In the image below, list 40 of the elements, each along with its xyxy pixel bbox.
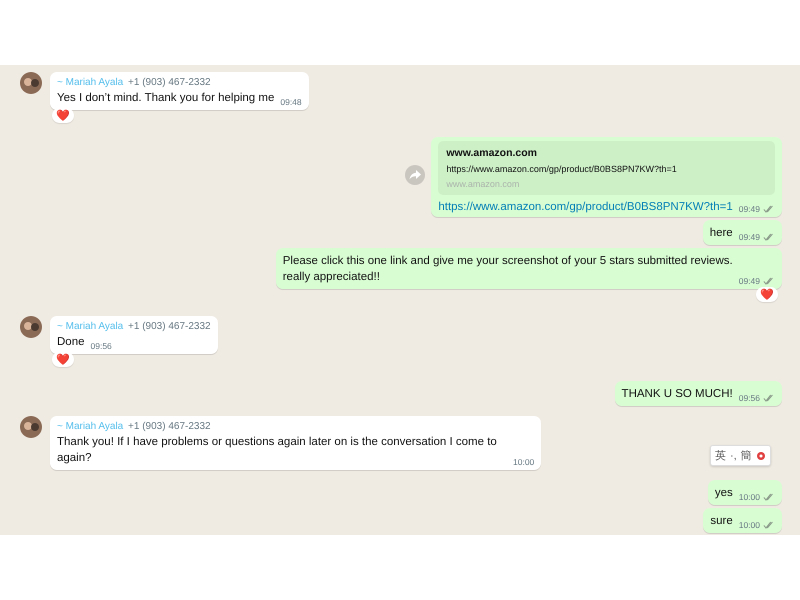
double-check-icon [763,394,775,402]
script-toggle[interactable]: 簡 [740,448,752,463]
message-text: here [710,226,733,241]
sender-phone: +1 (903) 467-2332 [128,421,211,432]
reaction-badge[interactable]: ❤ [756,287,778,302]
message-text: THANK U SO MUCH! [622,387,733,402]
avatar[interactable] [20,72,42,94]
double-check-icon [763,277,775,285]
sender-phone: +1 (903) 467-2332 [128,321,211,332]
message-text: yes [714,486,733,501]
message-text: Please click this one link and give me your screenshot of your 5 stars submitted reviews. really appreciated!! [282,254,733,285]
double-check-icon [763,205,775,213]
message-time: 09:56 [738,393,760,403]
message-time: 09:49 [738,276,760,286]
message-time: 09:56 [90,341,112,351]
sender-phone: +1 (903) 467-2332 [128,77,211,88]
message-time: 10:00 [738,520,760,530]
double-check-icon [763,493,775,501]
message-time: 09:49 [738,232,760,242]
avatar[interactable] [20,416,42,438]
preview-domain: www.amazon.com [446,179,520,189]
link-preview[interactable]: www.amazon.com https://www.amazon.com/gp/product/B0BS8PN7KW?th=1 www.amazon.com [438,141,775,195]
message-text: Done [57,335,84,350]
message-text: Yes I don’t mind. Thank you for helping me [57,91,274,106]
reaction-badge[interactable]: ❤ [52,108,74,123]
message-time: 10:00 [513,457,534,467]
double-check-icon [763,233,775,241]
reaction-badge[interactable]: ❤ [52,352,74,367]
message-text: sure [710,514,733,529]
punctuation-toggle[interactable]: ·, [730,450,737,462]
message-time: 09:48 [280,97,302,107]
double-check-icon [763,521,775,529]
message-link[interactable]: https://www.amazon.com/gp/product/B0BS8PN7KW?th=1 [438,201,733,213]
preview-url: https://www.amazon.com/gp/product/B0BS8PN7KW?th=1 [446,164,678,174]
language-toggle[interactable]: 英 [715,448,726,463]
preview-title: www.amazon.com [446,147,538,159]
message-text: Thank you! If I have problems or questions again later on is the conversation I come to again? [57,435,498,466]
message-time: 10:00 [738,492,760,502]
message-time: 09:49 [738,204,760,214]
avatar[interactable] [20,316,42,338]
